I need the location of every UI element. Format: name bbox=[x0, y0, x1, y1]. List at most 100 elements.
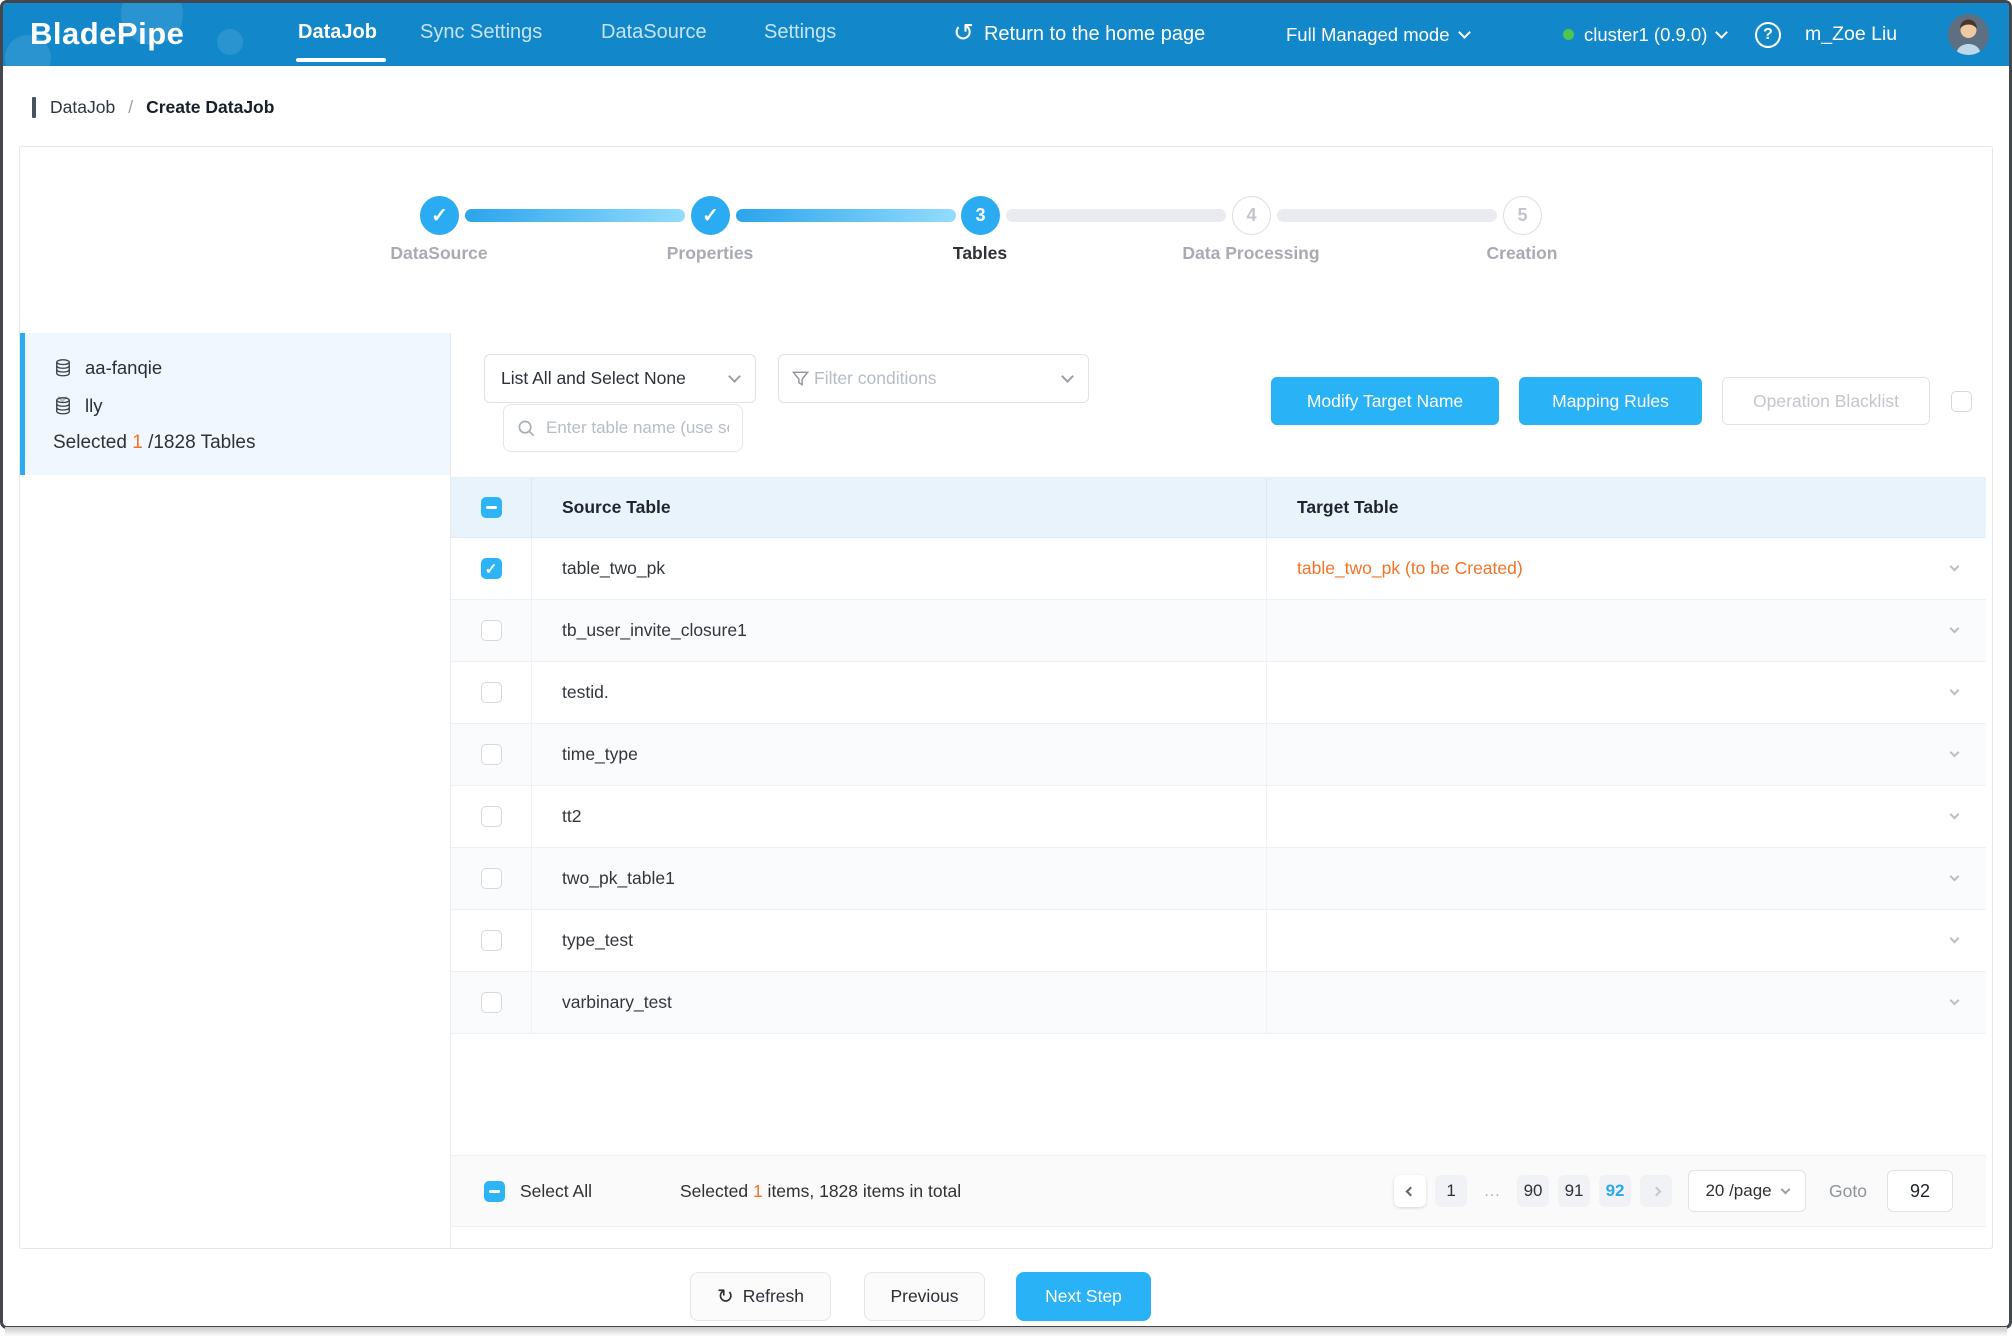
row-checkbox[interactable] bbox=[481, 682, 502, 703]
table-row: varbinary_test bbox=[451, 972, 1986, 1034]
step-label-datasource: DataSource bbox=[329, 243, 549, 264]
row-checkbox[interactable] bbox=[481, 744, 502, 765]
previous-button[interactable]: Previous bbox=[864, 1272, 985, 1321]
mode-dropdown[interactable]: Full Managed mode bbox=[1286, 3, 1469, 66]
source-table-name: varbinary_test bbox=[531, 972, 1266, 1033]
chevron-down-icon[interactable] bbox=[1950, 934, 1960, 944]
page-button-92[interactable]: 92 bbox=[1599, 1175, 1631, 1207]
chevron-down-icon[interactable] bbox=[1950, 810, 1960, 820]
source-table-column-header: Source Table bbox=[531, 478, 1266, 537]
row-checkbox[interactable] bbox=[481, 868, 502, 889]
table-row: testid. bbox=[451, 662, 1986, 724]
page-title: Create DataJob bbox=[146, 97, 274, 118]
step-label-creation: Creation bbox=[1412, 243, 1632, 264]
step-circle-creation: 5 bbox=[1503, 196, 1542, 235]
goto-page-input[interactable] bbox=[1887, 1170, 1953, 1212]
nav-item-datasource[interactable]: DataSource bbox=[601, 3, 707, 62]
step-circle-properties: ✓ bbox=[691, 196, 730, 235]
row-checkbox[interactable] bbox=[481, 992, 502, 1013]
cluster-label: cluster1 (0.9.0) bbox=[1584, 24, 1707, 46]
filter-conditions-dropdown[interactable]: Filter conditions bbox=[778, 354, 1089, 403]
select-all-checkbox[interactable] bbox=[484, 1181, 505, 1202]
table-header-row: Source Table Target Table bbox=[451, 477, 1986, 538]
nav-item-sync-settings[interactable]: Sync Settings bbox=[420, 3, 542, 62]
bladepipe-logo[interactable]: BladePipe bbox=[30, 16, 184, 52]
help-icon[interactable]: ? bbox=[1755, 22, 1781, 48]
source-table-name: tb_user_invite_closure1 bbox=[531, 600, 1266, 661]
table-row: type_test bbox=[451, 910, 1986, 972]
return-home-link[interactable]: ↺ Return to the home page bbox=[953, 3, 1205, 66]
breadcrumb-parent[interactable]: DataJob bbox=[50, 97, 115, 118]
table-footer: Select All Selected 1 items, 1828 items … bbox=[451, 1155, 1986, 1227]
previous-page-button[interactable] bbox=[1394, 1175, 1426, 1207]
nav-item-datajob[interactable]: DataJob bbox=[298, 3, 377, 62]
database-sidebar: aa-fanqie lly Selected 1 /1828 Tables bbox=[20, 333, 450, 475]
table-row: two_pk_table1 bbox=[451, 848, 1986, 910]
top-navbar: BladePipe DataJob Sync Settings DataSour… bbox=[3, 3, 2009, 66]
table-body: table_two_pk table_two_pk (to be Created… bbox=[451, 538, 1986, 1034]
chevron-down-icon[interactable] bbox=[1950, 996, 1960, 1006]
chevron-down-icon bbox=[1716, 26, 1729, 39]
chevron-down-icon bbox=[1061, 370, 1074, 383]
cluster-dropdown[interactable]: cluster1 (0.9.0) bbox=[1563, 3, 1726, 66]
return-home-label: Return to the home page bbox=[984, 23, 1205, 46]
target-table-column-header: Target Table bbox=[1266, 478, 1986, 537]
modify-target-name-button[interactable]: Modify Target Name bbox=[1271, 377, 1499, 425]
chevron-down-icon[interactable] bbox=[1950, 686, 1960, 696]
search-input[interactable] bbox=[546, 418, 729, 438]
bladepipe-app: BladePipe DataJob Sync Settings DataSour… bbox=[0, 0, 2012, 1338]
source-table-name: testid. bbox=[531, 662, 1266, 723]
target-database-name: lly bbox=[85, 395, 102, 417]
selection-summary: Selected 1 items, 1828 items in total bbox=[680, 1181, 961, 1202]
chevron-down-icon[interactable] bbox=[1950, 872, 1960, 882]
row-checkbox[interactable] bbox=[481, 806, 502, 827]
select-page-checkbox[interactable] bbox=[481, 497, 502, 518]
table-row: table_two_pk table_two_pk (to be Created… bbox=[451, 538, 1986, 600]
source-database-item[interactable]: aa-fanqie bbox=[53, 357, 162, 379]
selected-count: 1 bbox=[132, 432, 143, 453]
step-circle-data-processing: 4 bbox=[1232, 196, 1271, 235]
table-row: time_type bbox=[451, 724, 1986, 786]
page-ellipsis: … bbox=[1476, 1175, 1508, 1207]
user-menu[interactable]: m_Zoe Liu bbox=[1805, 3, 1897, 66]
selected-tables-summary: Selected 1 /1828 Tables bbox=[53, 432, 256, 454]
toolbar-checkbox[interactable] bbox=[1951, 391, 1972, 412]
wizard-card: ✓ ✓ 3 4 5 DataSource Properties Tables D… bbox=[19, 146, 1993, 1249]
chevron-down-icon bbox=[728, 370, 741, 383]
chevron-down-icon[interactable] bbox=[1950, 562, 1960, 572]
database-icon bbox=[53, 358, 73, 378]
page-button-90[interactable]: 90 bbox=[1517, 1175, 1549, 1207]
table-search-box bbox=[503, 404, 743, 452]
refresh-button[interactable]: ↻ Refresh bbox=[690, 1272, 831, 1321]
chevron-down-icon[interactable] bbox=[1950, 748, 1960, 758]
next-page-button[interactable] bbox=[1640, 1175, 1672, 1207]
source-table-name: type_test bbox=[531, 910, 1266, 971]
chevron-down-icon[interactable] bbox=[1950, 624, 1960, 634]
page-size-dropdown[interactable]: 20 /page bbox=[1688, 1170, 1806, 1212]
active-tab-underline bbox=[296, 58, 386, 62]
row-checkbox[interactable] bbox=[481, 620, 502, 641]
table-row: tb_user_invite_closure1 bbox=[451, 600, 1986, 662]
return-arrow-icon: ↺ bbox=[953, 21, 974, 46]
breadcrumb-separator: / bbox=[128, 97, 133, 118]
nav-item-settings[interactable]: Settings bbox=[764, 3, 836, 62]
target-database-item[interactable]: lly bbox=[53, 395, 102, 417]
page-button-1[interactable]: 1 bbox=[1435, 1175, 1467, 1207]
next-step-button[interactable]: Next Step bbox=[1016, 1272, 1151, 1321]
mapping-rules-button[interactable]: Mapping Rules bbox=[1519, 377, 1702, 425]
row-checkbox[interactable] bbox=[481, 558, 502, 579]
avatar[interactable] bbox=[1948, 14, 1989, 55]
page-size-value: 20 /page bbox=[1705, 1181, 1771, 1201]
source-database-name: aa-fanqie bbox=[85, 357, 162, 379]
app-window: BladePipe DataJob Sync Settings DataSour… bbox=[0, 0, 2012, 1329]
step-connector bbox=[1006, 209, 1226, 222]
operation-blacklist-button[interactable]: Operation Blacklist bbox=[1722, 377, 1930, 425]
username-label: m_Zoe Liu bbox=[1805, 23, 1897, 46]
page-button-91[interactable]: 91 bbox=[1558, 1175, 1590, 1207]
row-checkbox[interactable] bbox=[481, 930, 502, 951]
mode-label: Full Managed mode bbox=[1286, 24, 1450, 46]
filter-funnel-icon bbox=[791, 369, 810, 388]
breadcrumb: DataJob / Create DataJob bbox=[3, 90, 2009, 124]
search-icon bbox=[517, 419, 536, 438]
select-mode-dropdown[interactable]: List All and Select None bbox=[484, 354, 756, 403]
